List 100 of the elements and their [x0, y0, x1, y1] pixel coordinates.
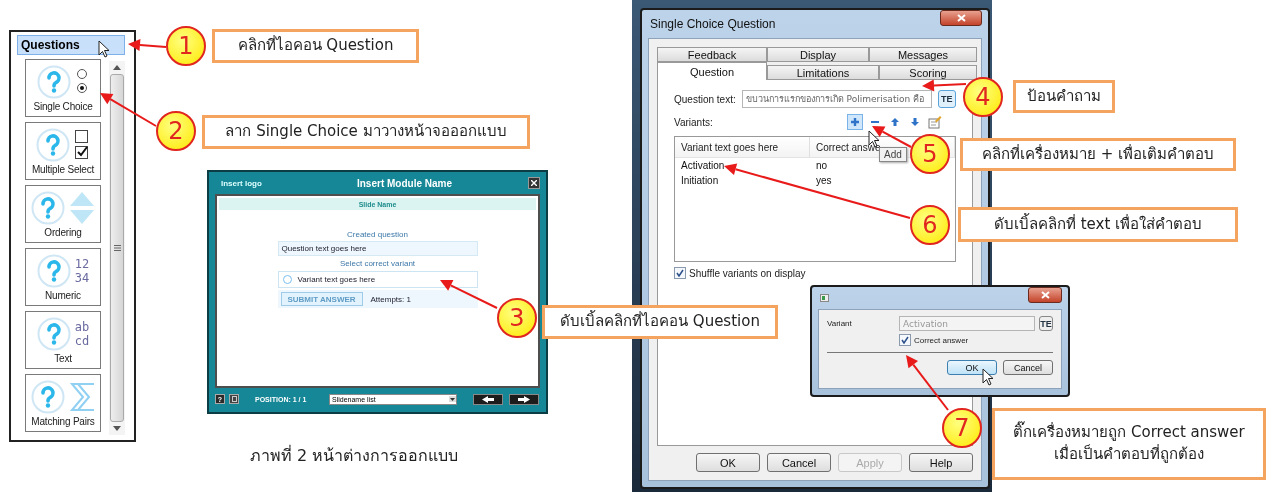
callout-text: ติ๊กเครื่องหมายถูก Correct answer เมื่อเป็นคำตอบที่ถูกต้อง: [992, 408, 1266, 480]
question-type-tile[interactable]: Ordering: [25, 185, 101, 243]
text-editor-button[interactable]: TE: [937, 90, 956, 108]
question-type-tile[interactable]: Multiple Select: [25, 122, 101, 180]
down-arrow-icon: [909, 117, 920, 127]
question-type-tile[interactable]: Matching Pairs: [25, 374, 101, 432]
text-editor-button[interactable]: TE: [1039, 316, 1053, 331]
callout-text: ลาก Single Choice มาวางหน้าจอออกแบบ: [202, 115, 530, 149]
question-type-tile[interactable]: 12 34 Numeric: [25, 248, 101, 306]
question-heading: Created question: [347, 230, 408, 239]
sample-glyph: 34: [74, 271, 90, 285]
dialog-title: Single Choice Question: [650, 17, 776, 31]
variant-option[interactable]: Variant text goes here: [277, 271, 478, 288]
mouse-cursor-icon: [98, 40, 110, 58]
callout-text: คลิกที่เครื่องหมาย + เพื่อเติมคำตอบ: [960, 138, 1236, 171]
instruction-text: Select correct variant: [339, 259, 416, 268]
step-number: 1: [166, 26, 206, 66]
tab[interactable]: Question: [657, 62, 767, 80]
question-type-tile[interactable]: Single Choice: [25, 59, 101, 117]
column-header[interactable]: Variant text goes here: [675, 137, 810, 157]
question-type-label: Matching Pairs: [31, 416, 95, 427]
question-text-label: Question text:: [674, 93, 736, 105]
scroll-up-icon[interactable]: [113, 65, 121, 70]
right-arrow-icon: [518, 395, 530, 403]
pointer-arrow: [906, 355, 949, 411]
window-icon: [820, 294, 829, 302]
table-cell-text: Initiation: [680, 174, 720, 188]
document-icon: [231, 396, 237, 402]
dialog-button[interactable]: Cancel: [767, 453, 831, 472]
table-cell-text: no: [815, 159, 829, 173]
sample-glyph: 12: [74, 257, 90, 271]
question-type-label: Single Choice: [33, 101, 93, 112]
question-mark-icon: [36, 254, 71, 288]
checkbox-options-icon: [74, 129, 90, 161]
question-type-label: Numeric: [45, 290, 81, 301]
mouse-cursor-icon: [982, 368, 994, 386]
logo-placeholder-text: Insert logo: [220, 178, 263, 188]
checkmark-icon: [901, 336, 909, 344]
close-icon: [956, 14, 966, 22]
question-type-tile[interactable]: ab cd Text: [25, 311, 101, 369]
question-mark-icon: [31, 380, 65, 414]
dropdown-caret-icon: [449, 396, 456, 402]
close-button[interactable]: [940, 10, 982, 26]
callout-text: คลิกที่ไอคอน Question: [212, 29, 419, 63]
checkbox[interactable]: [899, 334, 911, 346]
pointer-arrow: [128, 38, 167, 51]
table-cell-text: Activation: [680, 159, 726, 173]
dialog-button[interactable]: Cancel: [1003, 360, 1053, 375]
question-mark-icon: [36, 317, 71, 351]
question-mark-icon: [36, 128, 70, 162]
table-cell-text: yes: [815, 174, 833, 188]
previous-button[interactable]: [473, 393, 503, 405]
checkmark-icon: [676, 269, 684, 277]
pointer-arrow: [440, 279, 498, 309]
variant-label: Variant: [827, 319, 853, 328]
callout-text: ป้อนคำถาม: [1013, 80, 1115, 113]
callout-text: ดับเบิ้ลคลิกที่ text เพื่อใส่คำตอบ: [958, 207, 1238, 242]
tab[interactable]: Limitations: [767, 65, 879, 80]
edit-form-icon: [927, 115, 942, 129]
next-button[interactable]: [509, 393, 539, 405]
tab[interactable]: Messages: [869, 47, 977, 62]
close-icon: [531, 180, 537, 186]
questions-header[interactable]: Questions: [17, 35, 125, 55]
step-number: 4: [963, 77, 1003, 117]
attempts-text: Attempts: 1: [370, 294, 411, 304]
step-number: 2: [156, 111, 196, 151]
checkbox-label: Correct answer: [914, 335, 969, 345]
pointer-arrow: [922, 79, 967, 92]
dialog-button[interactable]: OK: [696, 453, 760, 472]
tab[interactable]: Scoring: [879, 65, 977, 80]
scroll-down-icon[interactable]: [113, 426, 121, 431]
left-arrow-icon: [482, 395, 494, 403]
dialog-button[interactable]: Help: [909, 453, 973, 472]
question-text-field[interactable]: ขบวนการแรกของการเกิด Polimerisation คือ: [741, 90, 932, 108]
tab[interactable]: Feedback: [657, 47, 767, 62]
question-type-label: Ordering: [44, 227, 82, 238]
scroll-thumb[interactable]: [110, 74, 124, 422]
question-type-label: Multiple Select: [32, 164, 94, 175]
sample-glyph: cd: [74, 334, 90, 348]
question-mark-icon: [31, 191, 65, 225]
sigma-icon: [69, 382, 95, 412]
question-type-label: Text: [54, 353, 72, 364]
tab[interactable]: Display: [767, 47, 869, 62]
notes-button[interactable]: [229, 394, 239, 404]
figure-caption: ภาพที่ 2 หน้าต่างการออกแบบ: [250, 444, 459, 467]
close-button[interactable]: [1028, 287, 1062, 303]
sample-glyph: ab: [74, 320, 90, 334]
close-icon: [1040, 291, 1050, 299]
module-title: Insert Module Name: [356, 177, 453, 189]
variants-label: Variants:: [674, 116, 713, 128]
scrollbar[interactable]: [109, 61, 125, 435]
grip-icon: [113, 245, 121, 251]
plus-icon: [849, 117, 860, 127]
up-down-arrows-icon: [69, 191, 95, 225]
checkbox[interactable]: [674, 267, 686, 279]
close-button[interactable]: [528, 177, 540, 189]
up-arrow-icon: [889, 117, 900, 127]
pointer-arrow: [100, 93, 157, 127]
dialog-button[interactable]: OK: [947, 360, 997, 375]
toolbar-button[interactable]: [846, 114, 863, 130]
